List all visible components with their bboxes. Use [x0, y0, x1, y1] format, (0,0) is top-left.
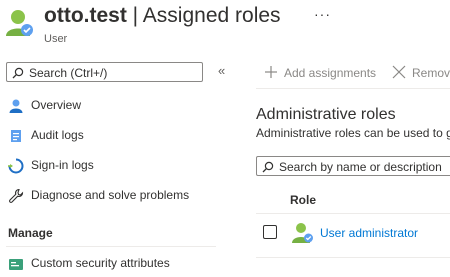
wrench-icon: [8, 188, 24, 204]
user-avatar-icon: [6, 8, 34, 38]
toolbar-divider: [256, 88, 450, 89]
sidebar-item-custom-security-attributes[interactable]: Custom security attributes: [6, 252, 216, 276]
role-link-user-administrator[interactable]: User administrator: [320, 226, 418, 240]
user-name: otto.test: [44, 4, 127, 27]
sidebar-item-label: Sign-in logs: [31, 158, 94, 172]
sidebar-item-label: Audit logs: [31, 128, 84, 142]
sidebar-search-input[interactable]: Search (Ctrl+/): [6, 62, 203, 82]
more-options-button[interactable]: ···: [314, 6, 331, 22]
sign-in-logs-icon: [8, 158, 24, 174]
role-search-placeholder: Search by name or description: [279, 160, 442, 174]
search-icon: [12, 66, 24, 79]
add-assignments-button[interactable]: Add assignments: [262, 62, 382, 84]
sidebar-item-label: Custom security attributes: [31, 256, 170, 270]
collapse-sidebar-button[interactable]: «: [218, 63, 225, 78]
column-header-role[interactable]: Role: [290, 193, 316, 207]
audit-logs-icon: [8, 128, 24, 144]
page-title: otto.test | Assigned roles: [44, 4, 281, 28]
add-assignments-label: Add assignments: [284, 66, 377, 80]
sidebar-divider: [6, 246, 216, 247]
remove-assignments-label: Remov: [412, 66, 450, 80]
sidebar-item-sign-in-logs[interactable]: Sign-in logs: [6, 154, 216, 178]
sidebar-item-diagnose[interactable]: Diagnose and solve problems: [6, 184, 216, 208]
title-separator: |: [126, 4, 143, 27]
section-description: Administrative roles can be used to g: [256, 126, 450, 140]
user-icon: [8, 98, 24, 114]
row-divider: [256, 257, 450, 258]
sidebar-search-placeholder: Search (Ctrl+/): [29, 66, 108, 80]
security-attributes-icon: [8, 256, 24, 272]
close-icon: [392, 65, 406, 79]
page-subtitle: User: [44, 33, 68, 45]
plus-icon: [264, 65, 278, 79]
remove-assignments-button[interactable]: Remov: [390, 62, 450, 84]
user-role-icon: [292, 222, 314, 244]
role-search-input[interactable]: Search by name or description: [256, 156, 450, 176]
section-heading-administrative-roles: Administrative roles: [256, 106, 396, 123]
table-row: User administrator: [256, 216, 450, 248]
sidebar-item-label: Overview: [31, 98, 82, 112]
row-checkbox[interactable]: [263, 225, 277, 239]
sidebar-item-audit-logs[interactable]: Audit logs: [6, 124, 216, 148]
sidebar-item-overview[interactable]: Overview: [6, 94, 216, 118]
search-icon: [262, 160, 274, 173]
page-name: Assigned roles: [142, 4, 281, 27]
sidebar-item-label: Diagnose and solve problems: [31, 188, 190, 202]
table-header-divider: [256, 213, 450, 214]
section-heading-manage: Manage: [8, 226, 53, 240]
